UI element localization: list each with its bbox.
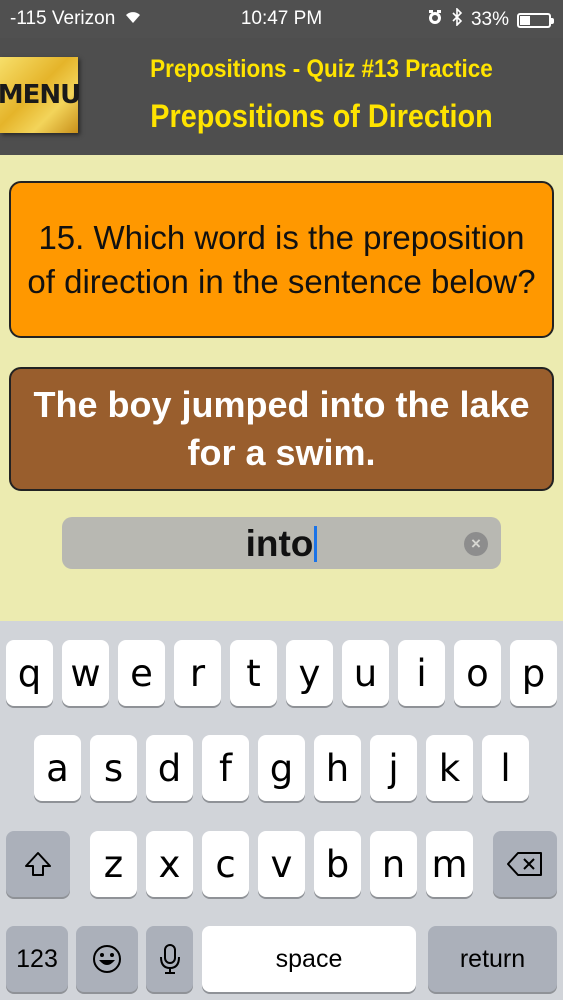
- space-key[interactable]: space: [202, 926, 416, 992]
- battery-percent: 33%: [470, 9, 509, 30]
- battery-icon: [517, 12, 554, 28]
- key-h[interactable]: h: [314, 735, 361, 801]
- key-d[interactable]: d: [146, 735, 193, 801]
- key-r[interactable]: r: [174, 640, 221, 706]
- answer-input[interactable]: into ×: [62, 517, 501, 569]
- key-t[interactable]: t: [230, 640, 277, 706]
- shift-key[interactable]: [6, 831, 70, 897]
- key-b[interactable]: b: [314, 831, 361, 897]
- key-v[interactable]: v: [258, 831, 305, 897]
- key-p[interactable]: p: [510, 640, 557, 706]
- bluetooth-icon: [451, 7, 463, 32]
- key-w[interactable]: w: [62, 640, 109, 706]
- key-f[interactable]: f: [202, 735, 249, 801]
- key-q[interactable]: q: [6, 640, 53, 706]
- quiz-subtitle: Prepositions of Direction: [150, 98, 493, 134]
- keyboard: q w e r t y u i o p a s d f g h j k l z …: [0, 621, 563, 1000]
- answer-input-text: into: [62, 523, 501, 565]
- key-x[interactable]: x: [146, 831, 193, 897]
- key-a[interactable]: a: [34, 735, 81, 801]
- key-n[interactable]: n: [370, 831, 417, 897]
- clear-circle-icon[interactable]: ×: [464, 532, 488, 556]
- key-g[interactable]: g: [258, 735, 305, 801]
- question-text: 15. Which word is the preposition of dir…: [27, 218, 536, 300]
- numbers-key[interactable]: 123: [6, 926, 68, 992]
- key-l[interactable]: l: [482, 735, 529, 801]
- quiz-title: Prepositions - Quiz #13 Practice: [150, 55, 493, 83]
- key-o[interactable]: o: [454, 640, 501, 706]
- key-k[interactable]: k: [426, 735, 473, 801]
- alarm-icon: [427, 9, 443, 31]
- key-u[interactable]: u: [342, 640, 389, 706]
- key-c[interactable]: c: [202, 831, 249, 897]
- return-key[interactable]: return: [428, 926, 557, 992]
- question-box: 15. Which word is the preposition of dir…: [9, 181, 554, 338]
- key-z[interactable]: z: [90, 831, 137, 897]
- key-j[interactable]: j: [370, 735, 417, 801]
- answer-value: into: [245, 523, 314, 564]
- sentence-box: The boy jumped into the lake for a swim.: [9, 367, 554, 491]
- sentence-text: The boy jumped into the lake for a swim.: [33, 384, 530, 473]
- key-s[interactable]: s: [90, 735, 137, 801]
- dictation-key[interactable]: [146, 926, 193, 992]
- text-caret: [314, 526, 318, 562]
- backspace-icon: [507, 852, 542, 876]
- shift-icon: [25, 852, 51, 876]
- status-right: 33%: [427, 7, 554, 32]
- battery-fill: [520, 15, 530, 25]
- microphone-icon: [159, 944, 180, 974]
- key-y[interactable]: y: [286, 640, 333, 706]
- key-i[interactable]: i: [398, 640, 445, 706]
- delete-key[interactable]: [493, 831, 557, 897]
- status-bar: -115 Verizon 10:47 PM 33%: [0, 0, 563, 38]
- key-m[interactable]: m: [426, 831, 473, 897]
- key-e[interactable]: e: [118, 640, 165, 706]
- emoji-icon: [93, 945, 121, 973]
- emoji-key[interactable]: [76, 926, 138, 992]
- menu-button[interactable]: MENU: [0, 57, 81, 133]
